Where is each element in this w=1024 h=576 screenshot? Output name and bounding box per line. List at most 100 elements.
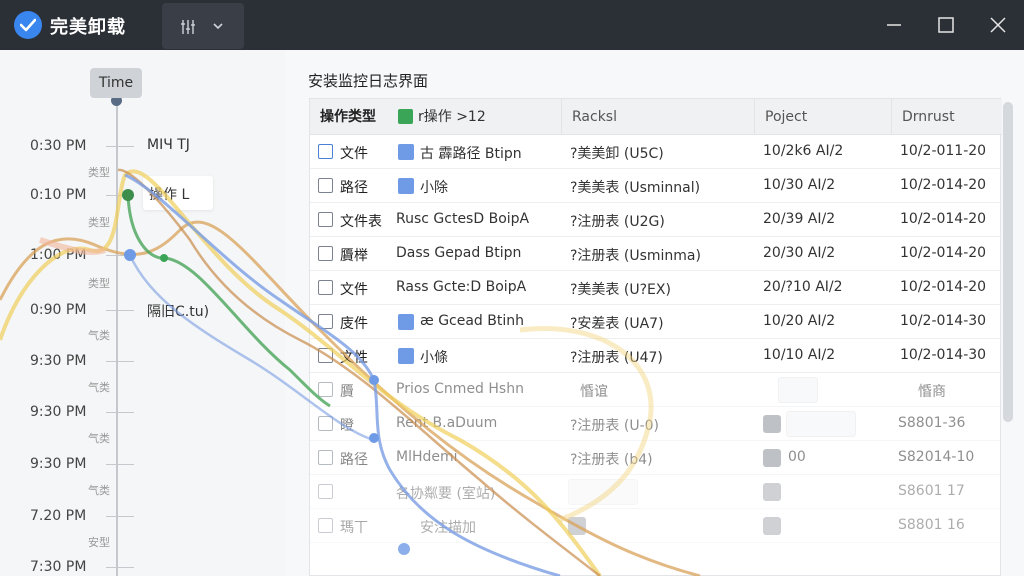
table-row[interactable]: 贗 Prios Cnmed Hshn 惛谊 惛商 bbox=[310, 373, 1002, 407]
cell-name: æ Gcead Btinh bbox=[420, 313, 525, 329]
table-row[interactable]: 文件 Rass Gcte:D BoipA ?美美表 (U?EX) 20/?10 … bbox=[310, 271, 1002, 305]
column-header-rack[interactable]: Racksl bbox=[562, 99, 755, 135]
cell-name: 小條 bbox=[420, 350, 448, 366]
row-checkbox[interactable] bbox=[318, 416, 333, 431]
gray-square-icon bbox=[763, 483, 781, 501]
cell-rack: ?安差表 (UA7) bbox=[570, 316, 664, 332]
cell-date: 惛商 bbox=[918, 384, 946, 400]
cell-date: S8601 17 bbox=[898, 483, 965, 499]
tick bbox=[106, 464, 134, 465]
cell-rack: ?注册表 (Usminma) bbox=[570, 248, 701, 264]
row-checkbox[interactable] bbox=[318, 518, 333, 533]
time-label: 9:30 PM bbox=[30, 353, 87, 369]
time-label: 1:00 PM bbox=[30, 247, 87, 263]
type-label: 气类 bbox=[88, 381, 110, 394]
toggle-chip[interactable] bbox=[778, 377, 818, 403]
cell-project: 20/39 AI/2 bbox=[763, 211, 836, 227]
row-checkbox[interactable] bbox=[318, 246, 333, 261]
scroll-thumb[interactable] bbox=[1003, 102, 1013, 422]
row-checkbox[interactable] bbox=[318, 314, 333, 329]
table-header: 操作类型 r操作 >12 Racksl Poject Drnrust bbox=[310, 99, 1002, 135]
tick bbox=[106, 567, 134, 568]
column-header-label: 操作类型 bbox=[320, 109, 376, 125]
table-row[interactable]: 路径 小除 ?美美表 (Usminnal) 10/30 AI/2 10/2-01… bbox=[310, 169, 1002, 203]
maximize-icon[interactable] bbox=[936, 15, 956, 35]
minimize-icon[interactable] bbox=[884, 15, 904, 35]
gray-square-icon bbox=[763, 415, 781, 433]
timeline-axis bbox=[116, 100, 118, 576]
cell-rack: ?注册表 (U47) bbox=[570, 350, 663, 366]
table-row[interactable]: 瑪丅 安注描加 S8801 16 bbox=[310, 509, 1002, 543]
time-label: 0:90 PM bbox=[30, 302, 87, 318]
type-label: 类型 bbox=[88, 166, 110, 179]
cell-type: 贗榉 bbox=[340, 248, 368, 264]
table-row[interactable]: 文件表 Rusc GctesD BoipA ?注册表 (U2G) 20/39 A… bbox=[310, 203, 1002, 237]
cell-name: Prios Cnmed Hshn bbox=[396, 381, 524, 397]
table-row[interactable]: 文件 古 霹路径 Btipn ?美美卸 (U5C) 10/2k6 AI/2 10… bbox=[310, 135, 1002, 169]
page-title: 安装监控日志界面 bbox=[308, 72, 429, 90]
row-checkbox[interactable] bbox=[318, 144, 333, 159]
cell-date: 10/2-014-30 bbox=[900, 313, 987, 329]
row-checkbox[interactable] bbox=[318, 178, 333, 193]
cell-name: MlHdemi bbox=[396, 449, 458, 465]
type-label: 类型 bbox=[88, 277, 110, 290]
row-checkbox[interactable] bbox=[318, 280, 333, 295]
tick bbox=[106, 310, 134, 311]
time-label: 9:30 PM bbox=[30, 404, 87, 420]
row-checkbox[interactable] bbox=[318, 212, 333, 227]
app-title: 完美卸载 bbox=[50, 17, 126, 38]
cell-rack: ?注册表 (U-0) bbox=[570, 418, 660, 434]
type-label: 气类 bbox=[88, 329, 110, 342]
event-box-label: 操作 L bbox=[149, 187, 190, 203]
tick bbox=[106, 255, 134, 256]
table-row[interactable]: 各协粼要 (室站) S8601 17 bbox=[310, 475, 1002, 509]
cell-name: 小除 bbox=[420, 180, 448, 196]
cell-project: 10/20 AI/2 bbox=[763, 313, 836, 329]
settings-sliders-icon bbox=[181, 20, 195, 34]
cell-date: S8801-36 bbox=[898, 415, 966, 431]
value-box[interactable] bbox=[568, 479, 638, 505]
cell-rack: ?美美表 (Usminnal) bbox=[570, 180, 701, 196]
tools-tab[interactable] bbox=[162, 3, 244, 49]
cell-project: 10/2k6 AI/2 bbox=[763, 143, 844, 159]
column-header-date[interactable]: Drnrust bbox=[892, 99, 1000, 135]
cell-date: 10/2-014-20 bbox=[900, 279, 987, 295]
blue-square-icon bbox=[398, 144, 414, 160]
row-checkbox[interactable] bbox=[318, 382, 333, 397]
type-label: 气类 bbox=[88, 484, 110, 497]
column-header-project[interactable]: Poject bbox=[755, 99, 892, 135]
close-icon[interactable] bbox=[988, 15, 1008, 35]
cell-type: 路径 bbox=[340, 452, 368, 468]
type-label: 气类 bbox=[88, 432, 110, 445]
cell-name: Dass Gepad Btipn bbox=[396, 245, 522, 261]
table-row[interactable]: 贗榉 Dass Gepad Btipn ?注册表 (Usminma) 20/30… bbox=[310, 237, 1002, 271]
cell-project: 00 bbox=[788, 449, 806, 465]
vertical-scrollbar[interactable] bbox=[1003, 102, 1013, 422]
event-label: 隔旧C.tu) bbox=[147, 304, 210, 320]
time-label: 0:30 PM bbox=[30, 138, 87, 154]
row-checkbox[interactable] bbox=[318, 348, 333, 363]
row-checkbox[interactable] bbox=[318, 484, 333, 499]
cell-date: 10/2-011-20 bbox=[900, 143, 987, 159]
row-checkbox[interactable] bbox=[318, 450, 333, 465]
column-header-type[interactable]: 操作类型 r操作 >12 bbox=[310, 99, 562, 135]
gray-square-icon bbox=[568, 517, 586, 535]
cell-rack: ?注册表 (U2G) bbox=[570, 214, 665, 230]
cell-name: Rent B.aDuum bbox=[396, 415, 498, 431]
tick bbox=[106, 361, 134, 362]
cell-date: 10/2-014-20 bbox=[900, 245, 987, 261]
table-row[interactable]: 文性 小條 ?注册表 (U47) 10/10 AI/2 10/2-014-30 bbox=[310, 339, 1002, 373]
type-label: 安型 bbox=[88, 536, 110, 549]
cell-date: 10/2-014-30 bbox=[900, 347, 987, 363]
log-table: 操作类型 r操作 >12 Racksl Poject Drnrust 文件 古 … bbox=[309, 98, 1002, 576]
table-row[interactable]: 路径 MlHdemi ?注册表 (b4) 00 S82014-10 bbox=[310, 441, 1002, 475]
cell-rack: ?注册表 (b4) bbox=[570, 452, 653, 468]
cell-name: Rusc GctesD BoipA bbox=[396, 211, 530, 227]
type-label: 类型 bbox=[88, 216, 110, 229]
cell-type: 瞪 bbox=[340, 418, 354, 434]
event-box[interactable]: 操作 L bbox=[143, 176, 213, 210]
cell-type: 文件表 bbox=[340, 214, 382, 230]
table-row[interactable]: 庋件 æ Gcead Btinh ?安差表 (UA7) 10/20 AI/2 1… bbox=[310, 305, 1002, 339]
table-row[interactable]: 瞪 Rent B.aDuum ?注册表 (U-0) S8801-36 bbox=[310, 407, 1002, 441]
value-box[interactable] bbox=[786, 411, 856, 437]
